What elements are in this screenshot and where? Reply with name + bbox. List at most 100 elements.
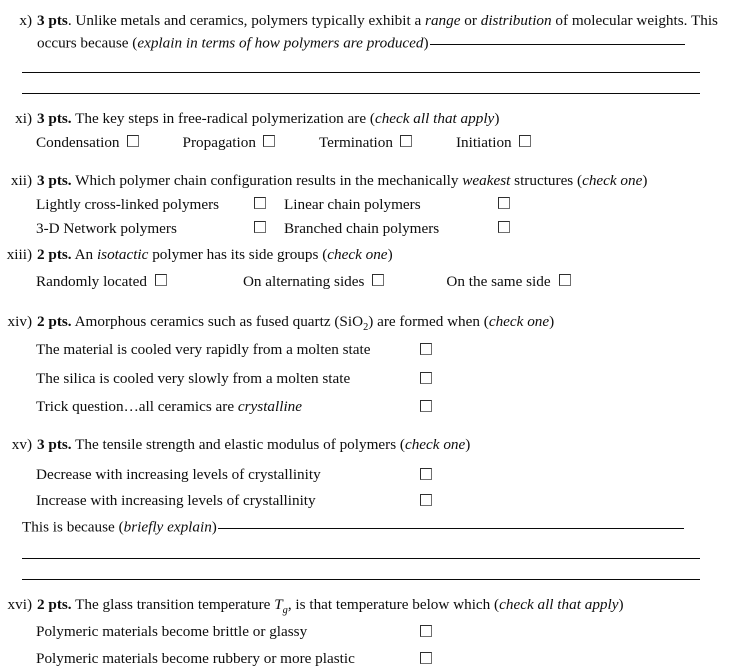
question-xi-text: The key steps in free-radical polymeriza…: [71, 109, 375, 127]
question-xvi-options: Polymeric materials become brittle or gl…: [0, 621, 748, 669]
question-x-text-1: Unlike metals and ceramics, polymers typ…: [71, 12, 426, 29]
question-xv-followup-instruction: briefly explain: [123, 518, 212, 536]
question-xv-body: 3 pts. The tensile strength and elastic …: [37, 434, 748, 456]
option-decrease-crystallinity[interactable]: Decrease with increasing levels of cryst…: [36, 464, 432, 486]
checkbox-increase-crystallinity-holder: [420, 490, 432, 512]
question-xii-instruction: check one: [582, 171, 643, 189]
option-cooled-rapidly[interactable]: The material is cooled very rapidly from…: [36, 339, 432, 361]
question-xi-body: 3 pts. The key steps in free-radical pol…: [37, 108, 748, 130]
checkbox-trick-question-holder: [420, 396, 432, 418]
option-alternating-sides-label: On alternating sides: [242, 273, 365, 291]
question-xii-points: 3 pts.: [37, 171, 72, 189]
option-cooled-slowly-label: The silica is cooled very slowly from a …: [36, 369, 351, 387]
option-propagation[interactable]: Propagation: [183, 132, 275, 154]
question-xiv-body: 2 pts. Amorphous ceramics such as fused …: [37, 311, 748, 333]
checkbox-cooled-slowly[interactable]: [420, 371, 432, 384]
option-increase-crystallinity-label: Increase with increasing levels of cryst…: [36, 492, 316, 510]
question-xiii-text-2: polymer has its side groups (: [148, 245, 328, 263]
question-xv-followup-close: ): [211, 518, 217, 536]
checkbox-cooled-rapidly[interactable]: [420, 343, 432, 356]
question-xiii: xiii) 2 pts. An isotactic polymer has it…: [0, 244, 748, 266]
option-trick-question[interactable]: Trick question…all ceramics are crystall…: [36, 396, 432, 418]
checkbox-linear-chain[interactable]: [498, 197, 510, 210]
question-xiv-points: 2 pts.: [37, 312, 72, 330]
checkbox-lightly-cross-linked[interactable]: [254, 197, 266, 210]
question-xv-instruction: check one: [404, 435, 466, 453]
exam-page: x) 3 pts. Unlike metals and ceramics, po…: [0, 0, 748, 667]
option-brittle-glassy-label: Polymeric materials become brittle or gl…: [36, 623, 308, 641]
question-xii-text-1: Which polymer chain configuration result…: [71, 171, 463, 189]
question-xiv-options: The material is cooled very rapidly from…: [0, 339, 748, 418]
option-condensation-label: Condensation: [36, 134, 120, 152]
question-xv-followup: This is because (briefly explain): [0, 516, 748, 538]
checkbox-termination[interactable]: [399, 135, 412, 148]
checkbox-trick-question[interactable]: [420, 400, 432, 413]
question-xvi-instruction: check all that apply: [499, 595, 619, 613]
checkbox-brittle-glassy[interactable]: [420, 625, 432, 638]
question-x-instruction: explain in terms of how polymers are pro…: [137, 34, 424, 52]
question-xiv-instruction: check one: [488, 312, 550, 330]
option-rubbery-plastic[interactable]: Polymeric materials become rubbery or mo…: [36, 648, 432, 669]
question-xvi-body: 2 pts. The glass transition temperature …: [37, 594, 748, 616]
option-randomly-located-label: Randomly located: [36, 273, 147, 291]
question-x-answer-line-1[interactable]: [429, 32, 685, 46]
question-xvi-points: 2 pts.: [37, 595, 72, 613]
question-xii-body: 3 pts. Which polymer chain configuration…: [37, 170, 748, 192]
option-termination[interactable]: Termination: [319, 132, 412, 154]
question-xii-emphasis-weakest: weakest: [462, 171, 511, 189]
question-xvi-symbol-T: T: [274, 595, 283, 613]
option-cooled-rapidly-label: The material is cooled very rapidly from…: [36, 341, 371, 359]
checkbox-rubbery-plastic[interactable]: [420, 651, 432, 664]
question-xiii-instruction: check one: [327, 245, 388, 263]
question-xiv: xiv) 2 pts. Amorphous ceramics such as f…: [0, 311, 748, 333]
question-xv-answer-line-1[interactable]: [217, 516, 684, 530]
question-xiii-points: 2 pts.: [37, 245, 72, 263]
option-initiation-label: Initiation: [455, 134, 512, 152]
question-xv-options: Decrease with increasing levels of cryst…: [0, 464, 748, 512]
question-xv-number: xv): [11, 435, 32, 453]
option-condensation[interactable]: Condensation: [36, 132, 139, 154]
option-propagation-label: Propagation: [182, 134, 256, 152]
checkbox-condensation[interactable]: [126, 135, 139, 148]
option-3d-network-label: 3-D Network polymers: [36, 219, 177, 237]
checkbox-rubbery-plastic-holder: [420, 648, 432, 669]
checkbox-same-side[interactable]: [558, 274, 571, 287]
checkbox-increase-crystallinity[interactable]: [420, 494, 432, 507]
option-alternating-sides[interactable]: On alternating sides: [242, 271, 385, 293]
checkbox-initiation[interactable]: [518, 135, 531, 148]
question-xii-close-paren: ): [642, 171, 648, 189]
question-x-text-2: or: [460, 12, 481, 29]
question-xvi-number: xvi): [7, 595, 32, 613]
question-xiii-body: 2 pts. An isotactic polymer has its side…: [37, 244, 748, 266]
checkbox-brittle-glassy-holder: [420, 621, 432, 643]
question-xv-text: The tensile strength and elastic modulus…: [71, 435, 405, 453]
checkbox-3d-network[interactable]: [254, 220, 266, 233]
question-x: x) 3 pts. Unlike metals and ceramics, po…: [0, 10, 748, 54]
question-xi-number: xi): [15, 109, 32, 127]
checkbox-randomly-located[interactable]: [154, 274, 167, 287]
question-xv-points: 3 pts.: [37, 435, 72, 453]
checkbox-decrease-crystallinity[interactable]: [420, 467, 432, 480]
question-xi-points: 3 pts.: [37, 109, 72, 127]
option-rubbery-plastic-label: Polymeric materials become rubbery or mo…: [36, 649, 355, 667]
option-increase-crystallinity[interactable]: Increase with increasing levels of cryst…: [36, 490, 432, 512]
question-xiii-options: Randomly located On alternating sides On…: [0, 271, 748, 293]
question-x-close-paren: ): [423, 34, 429, 52]
checkbox-alternating-sides[interactable]: [372, 274, 385, 287]
question-xiv-text-2: ) are formed when (: [368, 312, 489, 330]
option-same-side-label: On the same side: [446, 273, 551, 291]
question-x-points: 3 pts: [37, 12, 68, 29]
option-brittle-glassy[interactable]: Polymeric materials become brittle or gl…: [36, 621, 432, 643]
checkbox-decrease-crystallinity-holder: [420, 464, 432, 486]
option-cooled-slowly[interactable]: The silica is cooled very slowly from a …: [36, 368, 432, 390]
option-initiation[interactable]: Initiation: [456, 132, 531, 154]
option-branched-chain-label: Branched chain polymers: [284, 219, 440, 237]
checkbox-branched-chain[interactable]: [498, 220, 510, 233]
question-xiv-close-paren: ): [549, 312, 555, 330]
option-randomly-located[interactable]: Randomly located: [36, 271, 167, 293]
checkbox-propagation[interactable]: [262, 135, 275, 148]
question-xv-followup-text: This is because (: [22, 518, 124, 536]
question-xvi-close-paren: ): [618, 595, 624, 613]
question-xi: xi) 3 pts. The key steps in free-radical…: [0, 108, 748, 130]
option-same-side[interactable]: On the same side: [446, 271, 571, 293]
